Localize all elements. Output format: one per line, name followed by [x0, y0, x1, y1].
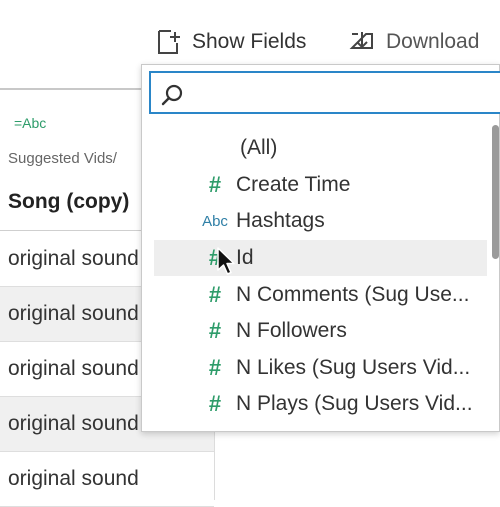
show-fields-dropdown: (All) # Create Time Abc Hashtags # Id # …	[141, 64, 500, 432]
download-label: Download	[386, 30, 480, 53]
field-item-n-followers[interactable]: # N Followers	[142, 313, 487, 350]
field-item-label: N Plays (Sug Users Vid...	[236, 392, 473, 416]
field-item-label: Hashtags	[236, 209, 325, 233]
show-fields-button[interactable]: Show Fields	[156, 26, 306, 58]
download-button[interactable]: Download	[348, 26, 479, 58]
show-fields-label: Show Fields	[192, 30, 307, 53]
column-title: Song (copy)	[8, 190, 130, 213]
number-icon: #	[208, 354, 222, 380]
number-icon: #	[208, 171, 222, 197]
field-item-label: N Likes (Sug Users Vid...	[236, 355, 471, 379]
field-item-label: (All)	[240, 136, 278, 160]
field-list: (All) # Create Time Abc Hashtags # Id # …	[142, 130, 487, 423]
field-item-hashtags[interactable]: Abc Hashtags	[142, 203, 487, 240]
field-item-label: N Comments (Sug Use...	[236, 282, 470, 306]
column-source-label: Suggested Vids/	[8, 150, 117, 167]
table-row[interactable]: original sound	[0, 452, 214, 507]
number-icon: #	[208, 281, 222, 307]
calculated-string-icon: =Abc	[14, 115, 47, 131]
field-item-id[interactable]: # Id	[154, 239, 487, 277]
field-item-label: N Followers	[236, 319, 347, 343]
toolbar: Show Fields Download	[0, 0, 500, 70]
field-search-box[interactable]	[149, 71, 500, 114]
mouse-cursor-icon	[217, 247, 237, 282]
download-icon	[348, 28, 376, 56]
field-search-input[interactable]	[191, 79, 495, 109]
field-item-n-comments[interactable]: # N Comments (Sug Use...	[142, 276, 487, 313]
field-item-create-time[interactable]: # Create Time	[142, 167, 487, 204]
add-field-icon	[156, 28, 182, 56]
field-item-n-plays[interactable]: # N Plays (Sug Users Vid...	[142, 386, 487, 423]
field-item-label: Create Time	[236, 172, 351, 196]
field-item-all[interactable]: (All)	[142, 130, 487, 167]
dropdown-scrollbar[interactable]	[492, 125, 499, 259]
number-icon: #	[208, 391, 222, 417]
field-item-label: Id	[236, 246, 254, 270]
field-item-n-likes[interactable]: # N Likes (Sug Users Vid...	[142, 350, 487, 387]
number-icon: #	[208, 318, 222, 344]
string-icon: Abc	[202, 212, 228, 230]
